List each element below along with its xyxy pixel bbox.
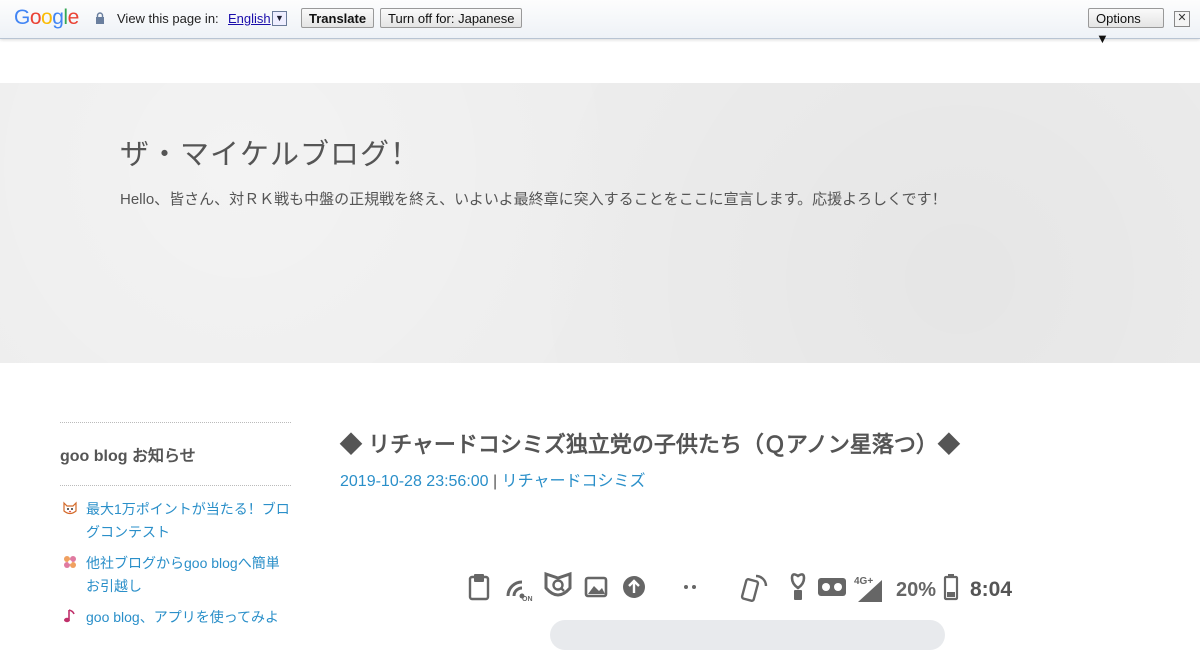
phone-signal-icon (740, 574, 768, 602)
notice-item-label[interactable]: goo blog、アプリを使ってみよ (86, 609, 279, 625)
flower-icon (64, 556, 76, 568)
translate-button[interactable]: Translate (301, 8, 375, 28)
notice-item-migration[interactable]: 他社ブログからgoo blogへ簡単お引越し (60, 552, 291, 598)
sidebar: goo blog お知らせ 最大1万ポイントが当たる！ブログコンテスト 他社ブロ… (60, 422, 291, 629)
image-icon (584, 576, 608, 598)
google-logo-letter: e (67, 6, 80, 29)
note-icon (468, 574, 490, 601)
google-logo-letter: o (29, 6, 42, 29)
lock-icon (96, 12, 104, 24)
battery-percent: 20% (896, 579, 936, 601)
music-note-icon (64, 609, 75, 623)
blog-title[interactable]: ザ・マイケルブログ！ (120, 131, 420, 173)
post-meta: 2019-10-28 23:56:00 | リチャードコシミズ (340, 467, 645, 491)
translate-bar: Google View this page in: English ▼ Tran… (0, 0, 1200, 46)
phone-status-bar: ON 4G+ 20% 8:04 (462, 568, 1022, 608)
network-label: 4G+ (854, 576, 873, 587)
turn-off-button[interactable]: Turn off for: Japanese (380, 8, 523, 28)
signal-4g-icon: 4G+ (854, 576, 882, 602)
close-icon[interactable]: ✕ (1174, 11, 1190, 27)
notice-item-label[interactable]: 最大1万ポイントが当たる！ブログコンテスト (86, 501, 290, 540)
clock-time: 8:04 (970, 578, 1012, 601)
post-date[interactable]: 2019-10-28 23:56:00 (340, 473, 489, 490)
wifi-on-icon: ON (506, 580, 533, 603)
notice-item-app[interactable]: goo blog、アプリを使ってみよ (60, 606, 291, 629)
google-logo: Google (14, 6, 79, 30)
shield-search-icon (544, 571, 572, 597)
post-title[interactable]: ◆ リチャードコシミズ独立党の子供たち（Ｑアノン星落つ）◆ (340, 427, 960, 459)
vr-icon (818, 578, 846, 596)
notice-item-contest[interactable]: 最大1万ポイントが当たる！ブログコンテスト (60, 498, 291, 544)
view-page-label: View this page in: (117, 11, 219, 26)
notice-item-label[interactable]: 他社ブログからgoo blogへ簡単お引越し (86, 555, 280, 594)
blog-description: Hello、皆さん、対ＲＫ戦も中盤の正規戦を終え、いよいよ最終章に突入することを… (120, 191, 947, 208)
language-link[interactable]: English (228, 11, 271, 26)
language-dropdown-icon[interactable]: ▼ (272, 11, 287, 26)
sidebar-section-title: goo blog お知らせ (60, 448, 196, 465)
phone-search-card (550, 620, 945, 650)
blog-header: ザ・マイケルブログ！ Hello、皆さん、対ＲＫ戦も中盤の正規戦を終え、いよいよ… (0, 83, 1200, 363)
battery-icon (943, 574, 959, 601)
more-dots-icon (684, 585, 696, 589)
meta-separator: | (493, 473, 498, 490)
options-button[interactable]: Options ▼ (1088, 8, 1164, 46)
heart-hands-icon (790, 573, 806, 600)
cat-face-icon (63, 501, 77, 515)
sidebar-divider (60, 485, 291, 486)
svg-text:ON: ON (522, 596, 533, 603)
notice-list: 最大1万ポイントが当たる！ブログコンテスト 他社ブログからgoo blogへ簡単… (60, 498, 291, 629)
upload-icon (623, 576, 645, 598)
google-logo-letter: G (14, 6, 30, 29)
google-logo-letter: o (41, 6, 53, 29)
post-category[interactable]: リチャードコシミズ (502, 473, 646, 490)
google-logo-letter: g (52, 6, 64, 29)
